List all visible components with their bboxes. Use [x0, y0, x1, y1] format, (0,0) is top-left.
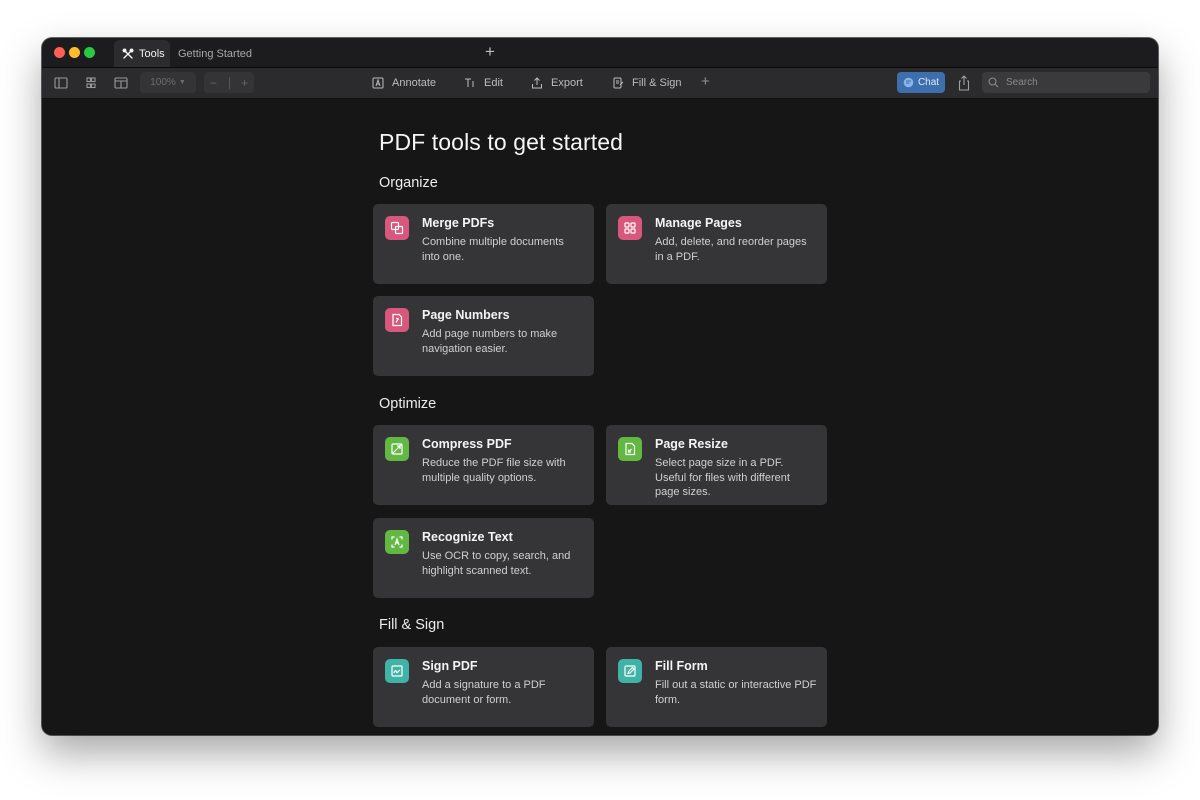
zoom-window-button[interactable]: [84, 47, 95, 58]
card-description: Combine multiple documents into one.: [422, 235, 584, 264]
card-description: Add page numbers to make navigation easi…: [422, 327, 584, 356]
mode-fill-sign[interactable]: Fill & Sign: [612, 74, 682, 92]
mode-annotate[interactable]: Annotate: [372, 74, 436, 92]
mode-edit[interactable]: Edit: [464, 74, 503, 92]
mode-edit-label: Edit: [484, 77, 503, 89]
card-title: Page Resize: [655, 437, 728, 451]
annotate-icon: [372, 77, 384, 89]
divider: [229, 77, 230, 89]
resize-icon: [618, 437, 642, 461]
fill-form-icon: [618, 659, 642, 683]
page-title: PDF tools to get started: [379, 129, 623, 156]
card-page-resize[interactable]: Page Resize Select page size in a PDF. U…: [606, 425, 827, 505]
share-icon[interactable]: [957, 75, 971, 91]
zoom-out-button[interactable]: −: [210, 76, 217, 90]
ocr-icon: [385, 530, 409, 554]
page-layout-icon[interactable]: [114, 76, 128, 90]
section-title-optimize: Optimize: [379, 396, 436, 412]
card-title: Sign PDF: [422, 659, 478, 673]
page-number-icon: [385, 308, 409, 332]
add-mode-button[interactable]: +: [701, 73, 710, 90]
new-tab-button[interactable]: +: [480, 42, 500, 62]
sidebar-toggle-icon[interactable]: [54, 76, 68, 90]
title-bar: Tools Getting Started +: [42, 38, 1158, 68]
card-description: Fill out a static or interactive PDF for…: [655, 678, 817, 707]
card-title: Page Numbers: [422, 308, 510, 322]
search-icon: [988, 77, 1000, 88]
section-title-organize: Organize: [379, 175, 438, 191]
search-field[interactable]: [982, 72, 1150, 93]
compress-icon: [385, 437, 409, 461]
card-description: Select page size in a PDF. Useful for fi…: [655, 456, 817, 500]
zoom-level-select[interactable]: 100% ▼: [140, 72, 196, 93]
chat-label: Chat: [918, 77, 939, 88]
fill-sign-icon: [612, 77, 624, 89]
merge-icon: [385, 216, 409, 240]
card-title: Recognize Text: [422, 530, 513, 544]
card-recognize-text[interactable]: Recognize Text Use OCR to copy, search, …: [373, 518, 594, 598]
tab-tools-label: Tools: [139, 48, 165, 60]
tab-getting-started-label: Getting Started: [178, 48, 252, 60]
tab-getting-started[interactable]: Getting Started: [178, 40, 252, 67]
card-page-numbers[interactable]: Page Numbers Add page numbers to make na…: [373, 296, 594, 376]
mode-annotate-label: Annotate: [392, 77, 436, 89]
card-fill-form[interactable]: Fill Form Fill out a static or interacti…: [606, 647, 827, 727]
export-icon: [531, 77, 543, 89]
chat-button[interactable]: Chat: [897, 72, 945, 93]
grid-pages-icon: [618, 216, 642, 240]
mode-export[interactable]: Export: [531, 74, 583, 92]
section-title-fill-sign: Fill & Sign: [379, 617, 444, 633]
card-title: Compress PDF: [422, 437, 512, 451]
tools-start-page: PDF tools to get started Organize Merge …: [42, 99, 1158, 735]
mode-export-label: Export: [551, 77, 583, 89]
minimize-window-button[interactable]: [69, 47, 80, 58]
close-window-button[interactable]: [54, 47, 65, 58]
card-merge-pdfs[interactable]: Merge PDFs Combine multiple documents in…: [373, 204, 594, 284]
chat-bubble-icon: [903, 77, 914, 88]
card-manage-pages[interactable]: Manage Pages Add, delete, and reorder pa…: [606, 204, 827, 284]
card-description: Add, delete, and reorder pages in a PDF.: [655, 235, 817, 264]
card-title: Manage Pages: [655, 216, 742, 230]
card-description: Use OCR to copy, search, and highlight s…: [422, 549, 584, 578]
search-input[interactable]: [1006, 77, 1136, 88]
card-compress-pdf[interactable]: Compress PDF Reduce the PDF file size wi…: [373, 425, 594, 505]
zoom-controls: − +: [204, 72, 254, 93]
signature-icon: [385, 659, 409, 683]
card-description: Add a signature to a PDF document or for…: [422, 678, 584, 707]
toolbar: 100% ▼ − + Annotate Edit Export: [42, 68, 1158, 99]
zoom-in-button[interactable]: +: [241, 76, 248, 90]
thumbnail-grid-icon[interactable]: [84, 76, 98, 90]
tools-icon: [122, 48, 134, 60]
card-title: Fill Form: [655, 659, 708, 673]
edit-text-icon: [464, 77, 476, 89]
card-description: Reduce the PDF file size with multiple q…: [422, 456, 584, 485]
zoom-level-value: 100%: [150, 77, 176, 88]
card-sign-pdf[interactable]: Sign PDF Add a signature to a PDF docume…: [373, 647, 594, 727]
card-title: Merge PDFs: [422, 216, 494, 230]
mode-fill-sign-label: Fill & Sign: [632, 77, 682, 89]
tab-tools[interactable]: Tools: [114, 40, 170, 67]
chevron-down-icon: ▼: [179, 79, 186, 86]
app-window: Tools Getting Started + 100% ▼: [42, 38, 1158, 735]
